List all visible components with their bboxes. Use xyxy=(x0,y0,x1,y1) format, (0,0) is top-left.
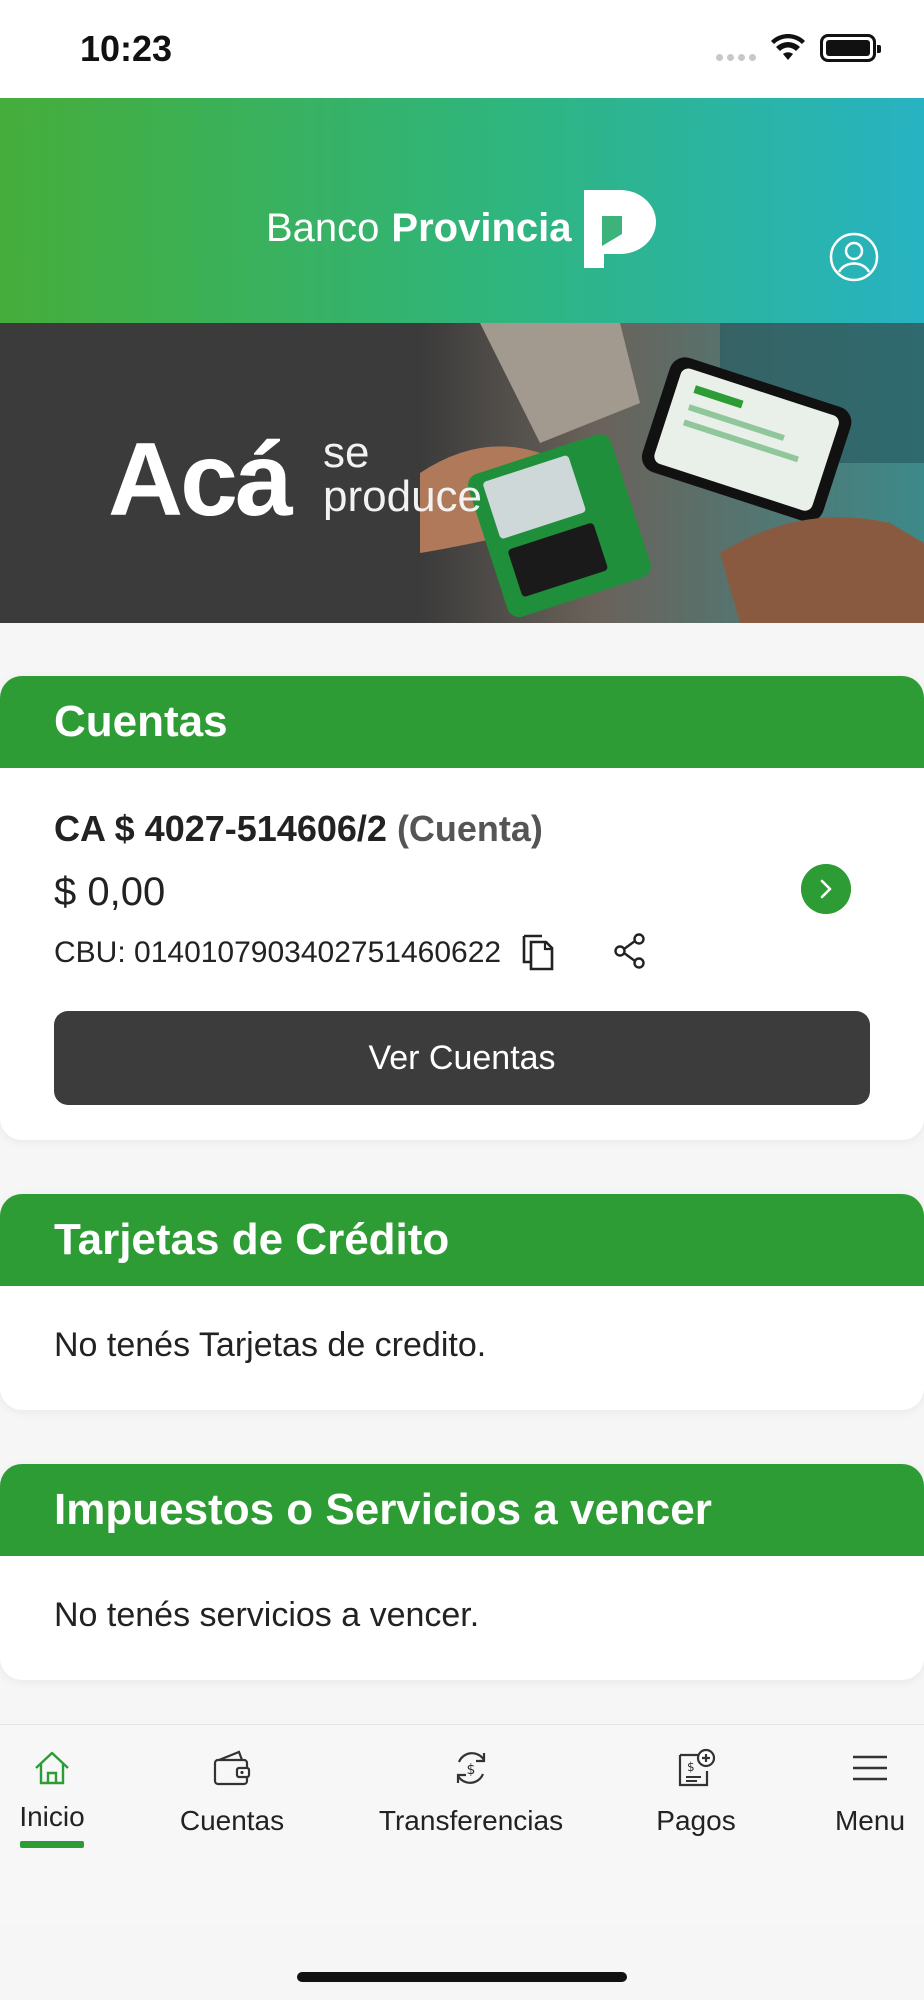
brand-name-bold: Provincia xyxy=(391,206,572,250)
status-icons xyxy=(716,34,881,62)
nav-label-transferencias: Transferencias xyxy=(378,1805,564,1836)
banner-line-2: produce xyxy=(323,472,483,521)
share-cbu-button[interactable] xyxy=(612,932,648,970)
banner-headline: Acá xyxy=(108,422,293,538)
credit-cards-card: Tarjetas de Crédito No tenés Tarjetas de… xyxy=(0,1194,924,1410)
menu-icon xyxy=(850,1745,890,1791)
nav-item-cuentas[interactable]: Cuentas xyxy=(172,1725,292,1837)
promo-banner[interactable]: Acá se produce xyxy=(0,323,924,623)
status-time: 10:23 xyxy=(80,28,173,69)
account-name: CA $ 4027-514606/2 (Cuenta) xyxy=(54,808,543,850)
account-detail-chevron-icon[interactable] xyxy=(801,864,851,914)
credit-cards-card-body: No tenés Tarjetas de credito. xyxy=(0,1286,924,1410)
svg-text:$: $ xyxy=(687,1760,695,1774)
transfer-icon: $ xyxy=(451,1745,491,1791)
nav-label-cuentas: Cuentas xyxy=(179,1805,285,1836)
nav-label-menu: Menu xyxy=(834,1805,906,1836)
account-cbu: CBU: 0140107903402751460622 xyxy=(54,936,502,969)
payments-icon: $ xyxy=(675,1745,717,1791)
services-card: Impuestos o Servicios a vencer No tenés … xyxy=(0,1464,924,1680)
account-type: (Cuenta) xyxy=(396,808,543,849)
bottom-navigation: Inicio Cuentas $ Transferencias $ Pagos … xyxy=(0,1724,924,1924)
banner-photo xyxy=(420,323,924,623)
nav-item-transferencias[interactable]: $ Transferencias xyxy=(376,1725,566,1837)
accounts-card-body: CA $ 4027-514606/2 (Cuenta) $ 0,00 CBU: … xyxy=(0,768,924,1140)
accounts-card-title: Cuentas xyxy=(0,676,924,768)
brand-name-regular: Banco xyxy=(266,206,380,250)
credit-cards-card-title: Tarjetas de Crédito xyxy=(0,1194,924,1286)
home-icon xyxy=(32,1745,72,1791)
nav-label-inicio: Inicio xyxy=(19,1801,85,1832)
active-tab-indicator xyxy=(20,1841,84,1848)
battery-icon xyxy=(820,34,881,62)
status-bar: 10:23 xyxy=(0,0,924,98)
accounts-card: Cuentas CA $ 4027-514606/2 (Cuenta) $ 0,… xyxy=(0,676,924,1140)
cellular-signal-icon xyxy=(716,36,756,61)
wallet-icon xyxy=(211,1745,253,1791)
nav-item-menu[interactable]: Menu xyxy=(826,1725,914,1837)
nav-label-pagos: Pagos xyxy=(656,1805,736,1836)
svg-text:$: $ xyxy=(467,1762,476,1778)
banner-line-1: se xyxy=(323,428,370,477)
nav-item-inicio[interactable]: Inicio xyxy=(12,1725,92,1848)
provincia-p-logo-icon xyxy=(584,190,656,268)
nav-item-pagos[interactable]: $ Pagos xyxy=(646,1725,746,1837)
home-indicator[interactable] xyxy=(297,1972,627,1982)
profile-button[interactable] xyxy=(828,231,880,283)
services-empty-message: No tenés servicios a vencer. xyxy=(54,1596,480,1634)
services-card-body: No tenés servicios a vencer. xyxy=(0,1556,924,1680)
view-accounts-button[interactable]: Ver Cuentas xyxy=(54,1011,870,1105)
copy-cbu-button[interactable] xyxy=(520,930,556,972)
services-card-title: Impuestos o Servicios a vencer xyxy=(0,1464,924,1556)
account-number: CA $ 4027-514606/2 xyxy=(54,808,387,849)
account-balance: $ 0,00 xyxy=(54,870,166,914)
wifi-icon xyxy=(771,34,805,60)
brand-logo: Banco Provincia xyxy=(266,190,656,268)
app-header: Banco Provincia xyxy=(0,98,924,323)
credit-cards-empty-message: No tenés Tarjetas de credito. xyxy=(54,1326,487,1364)
